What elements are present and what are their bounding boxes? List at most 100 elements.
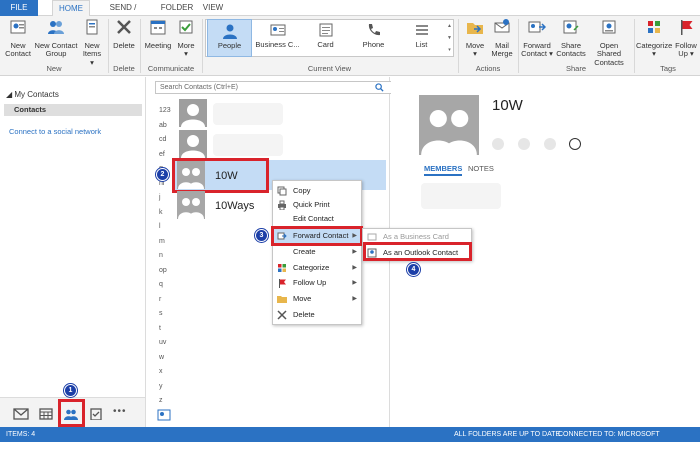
letter-index-item[interactable]: x <box>159 368 163 375</box>
im-icon[interactable] <box>492 138 504 150</box>
view-people[interactable]: People <box>207 19 252 57</box>
forward-contact-button[interactable]: Forward Contact ▾ <box>520 18 554 59</box>
letter-index-item[interactable]: ab <box>159 122 167 129</box>
video-icon[interactable] <box>544 138 556 150</box>
letter-index-item[interactable]: n <box>159 252 163 259</box>
tasks-icon[interactable] <box>88 408 104 420</box>
letter-index-item[interactable]: y <box>159 383 163 390</box>
forward-contact-label: Forward Contact ▾ <box>521 40 553 58</box>
more-button[interactable]: More ▾ <box>175 18 197 59</box>
module-navigation: ••• 1 <box>0 384 146 427</box>
move-button[interactable]: Move ▾ <box>462 18 488 59</box>
meeting-button[interactable]: Meeting <box>143 18 173 50</box>
delete-label: Delete <box>113 40 135 50</box>
tab-members[interactable]: MEMBERS <box>424 164 462 173</box>
categorize-button[interactable]: Categorize ▾ <box>636 18 672 59</box>
call-icon[interactable] <box>518 138 530 150</box>
context-menu: Copy Quick Print Edit Contact Forward Co… <box>272 180 362 325</box>
highlight-as-outlook-contact <box>363 242 472 261</box>
mail-merge-label: Mail Merge <box>491 40 513 58</box>
group-separator <box>634 19 635 73</box>
card-icon <box>319 23 332 37</box>
list-icon <box>415 25 428 35</box>
view-phone[interactable]: Phone <box>351 19 396 57</box>
new-contact-group-button[interactable]: New Contact Group <box>34 18 78 59</box>
view-business-card[interactable]: Business C... <box>255 19 300 57</box>
new-items-button[interactable]: New Items ▾ <box>80 18 104 67</box>
share-contacts-button[interactable]: Share Contacts <box>556 18 586 59</box>
folder-move-icon <box>467 23 483 34</box>
person-silhouette-icon <box>181 104 205 127</box>
letter-index-item[interactable]: l <box>159 223 161 230</box>
letter-index-item[interactable]: m <box>159 238 165 245</box>
mail-icon[interactable] <box>13 408 29 420</box>
contact-card-icon <box>10 20 26 34</box>
view-business-card-label: Business C... <box>255 40 300 49</box>
my-contacts-header[interactable]: ◢ My Contacts <box>6 90 59 99</box>
delete-x-icon <box>117 20 131 34</box>
menu-label: Quick Print <box>293 200 330 209</box>
view-list[interactable]: List <box>399 19 444 57</box>
meeting-label: Meeting <box>144 40 172 50</box>
search-icon[interactable] <box>375 83 384 92</box>
menu-label: As a Business Card <box>383 232 449 241</box>
gallery-scroll[interactable]: ▲ ▼ ▾ <box>446 20 453 56</box>
open-shared-contacts-button[interactable]: Open Shared Contacts <box>587 18 631 67</box>
delete-button[interactable]: Delete <box>111 18 137 50</box>
menu-item-edit-contact[interactable]: Edit Contact <box>273 212 361 226</box>
menu-item-copy[interactable]: Copy <box>273 184 361 198</box>
search-input[interactable]: Search Contacts (Ctrl+E) <box>155 81 393 94</box>
letter-index-item[interactable]: z <box>159 397 163 404</box>
highlight-forward-contact <box>271 226 363 246</box>
more-label: More ▾ <box>177 40 195 58</box>
letter-index-item[interactable]: s <box>159 310 163 317</box>
menu-item-create[interactable]: Create ▶ <box>273 245 361 259</box>
letter-index-item[interactable]: 123 <box>159 107 171 114</box>
letter-index-item[interactable]: q <box>159 281 163 288</box>
contact-name[interactable]: 10Ways <box>215 200 254 212</box>
letter-index-item[interactable]: op <box>159 267 167 274</box>
view-card[interactable]: Card <box>303 19 348 57</box>
step-badge-1: 1 <box>64 384 77 397</box>
letter-index-item[interactable]: t <box>159 325 161 332</box>
submenu-arrow-icon: ▶ <box>352 296 357 302</box>
letter-index-item[interactable]: k <box>159 209 163 216</box>
follow-up-button[interactable]: Follow Up ▾ <box>673 18 699 59</box>
menu-item-delete[interactable]: Delete <box>273 308 361 322</box>
letter-index-item[interactable]: uv <box>159 339 166 346</box>
tab-send-receive[interactable]: SEND / RECEIVE <box>92 0 154 28</box>
menu-item-follow-up[interactable]: Follow Up ▶ <box>273 276 361 290</box>
menu-label: Categorize <box>293 263 330 272</box>
letter-index-item[interactable]: cd <box>159 136 166 143</box>
business-card-icon <box>270 24 285 36</box>
email-icon[interactable] <box>569 138 581 150</box>
person-silhouette-icon <box>421 110 477 155</box>
contact-card-small-icon[interactable] <box>157 409 171 421</box>
new-contact-button[interactable]: New Contact <box>4 18 32 59</box>
tab-view[interactable]: VIEW <box>200 0 226 16</box>
connect-social-link[interactable]: Connect to a social network <box>9 127 101 136</box>
menu-item-quick-print[interactable]: Quick Print <box>273 198 361 212</box>
letter-index-item[interactable]: ef <box>159 151 165 158</box>
letter-index-item[interactable]: r <box>159 296 161 303</box>
tab-notes[interactable]: NOTES <box>468 164 494 173</box>
letter-index-item[interactable]: j <box>159 194 161 201</box>
tab-file[interactable]: FILE <box>0 0 38 16</box>
contact-avatar[interactable] <box>179 99 207 127</box>
business-card-small-icon <box>367 233 377 241</box>
contact-avatar[interactable] <box>179 130 207 158</box>
group-label-actions: Actions <box>475 64 501 73</box>
folder-small-icon <box>277 296 287 303</box>
new-contact-group-label: New Contact Group <box>34 40 78 58</box>
more-modules-icon[interactable]: ••• <box>113 406 127 417</box>
letter-index-item[interactable]: w <box>159 354 164 361</box>
mail-merge-button[interactable]: Mail Merge <box>489 18 515 59</box>
menu-item-categorize[interactable]: Categorize ▶ <box>273 261 361 275</box>
group-label-current-view: Current View <box>307 64 352 73</box>
menu-item-move[interactable]: Move ▶ <box>273 292 361 306</box>
contact-avatar[interactable] <box>177 191 205 219</box>
calendar-nav-icon[interactable] <box>38 408 54 420</box>
tab-folder[interactable]: FOLDER <box>156 0 198 16</box>
contacts-folder[interactable]: Contacts <box>4 104 142 116</box>
tab-home[interactable]: HOME <box>52 0 90 17</box>
